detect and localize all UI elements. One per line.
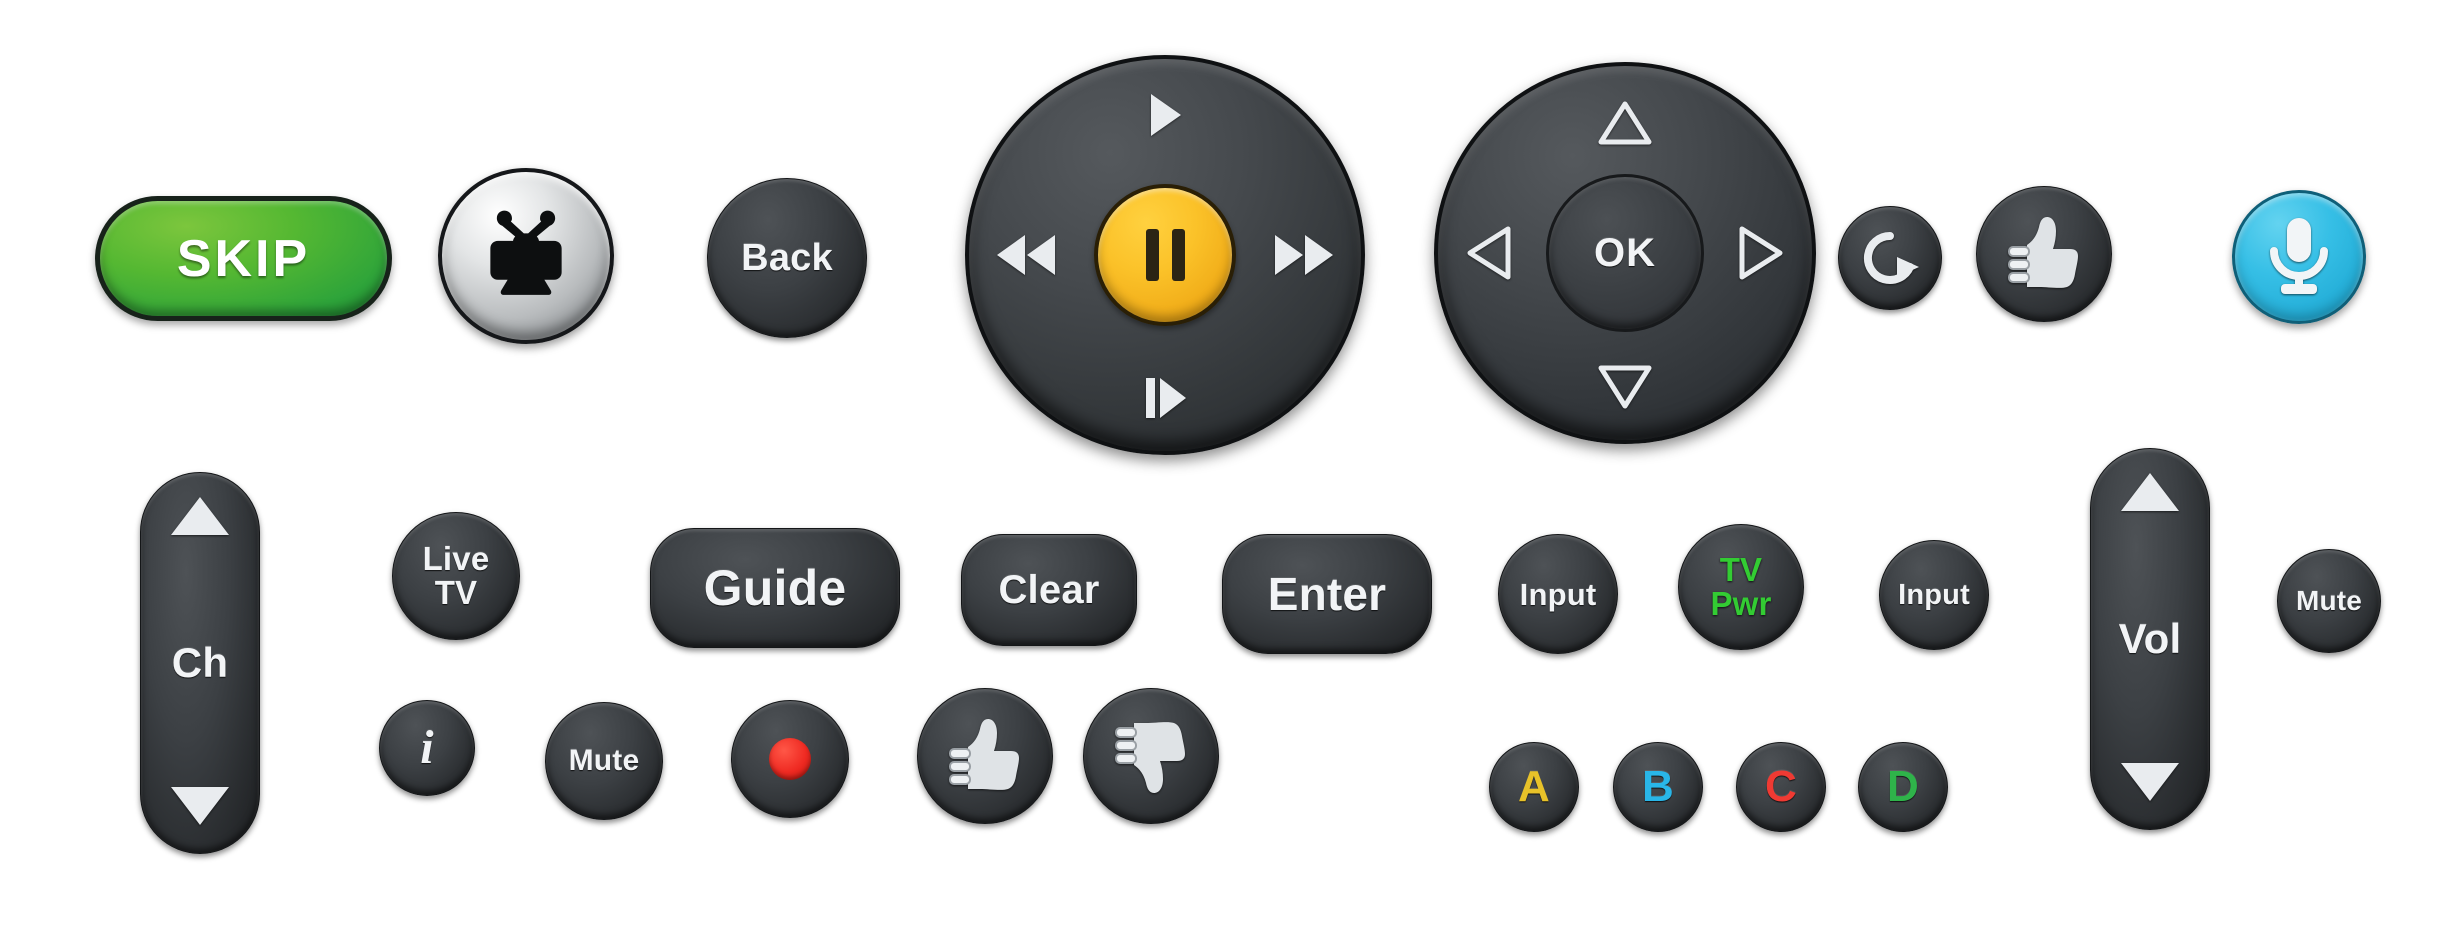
record-icon [769, 738, 811, 780]
color-button-a[interactable]: A [1489, 742, 1579, 832]
tv-power-button[interactable]: TV Pwr [1678, 524, 1804, 650]
microphone-icon [2262, 214, 2336, 300]
channel-label: Ch [171, 639, 229, 686]
guide-label: Guide [703, 560, 847, 616]
color-button-d-label: D [1887, 762, 1919, 811]
color-button-b-label: B [1642, 762, 1674, 811]
arrow-up-icon[interactable] [1597, 100, 1653, 146]
record-button[interactable] [731, 700, 849, 818]
tivo-button[interactable] [438, 168, 614, 344]
clear-label: Clear [998, 568, 1100, 612]
guide-button[interactable]: Guide [650, 528, 900, 648]
color-button-c-label: C [1765, 762, 1797, 811]
arrow-down-icon[interactable] [1597, 364, 1653, 410]
info-label: i [420, 721, 434, 774]
channel-up-icon[interactable] [169, 495, 231, 541]
input-button-1[interactable]: Input [1498, 534, 1618, 654]
play-icon[interactable] [1145, 91, 1185, 139]
thumbs-down-icon [1108, 713, 1194, 799]
volume-label: Vol [2118, 615, 2182, 662]
fast-forward-icon[interactable] [1273, 233, 1335, 277]
slow-motion-icon[interactable] [1142, 375, 1188, 421]
ok-label: OK [1594, 231, 1656, 275]
mute-button-right[interactable]: Mute [2277, 549, 2381, 653]
voice-search-button[interactable] [2232, 190, 2366, 324]
color-button-b[interactable]: B [1613, 742, 1703, 832]
thumbs-up-icon [942, 713, 1028, 799]
channel-down-icon[interactable] [169, 785, 231, 831]
directional-pad: OK [1434, 62, 1816, 444]
pause-button[interactable] [1094, 184, 1236, 326]
clear-button[interactable]: Clear [961, 534, 1137, 646]
channel-rocker[interactable]: Ch [140, 472, 260, 854]
skip-label: SKIP [176, 229, 311, 288]
playback-control-ring [965, 55, 1365, 455]
back-button[interactable]: Back [707, 178, 867, 338]
thumbs-up-button[interactable] [917, 688, 1053, 824]
thumbs-up-button-top[interactable] [1976, 186, 2112, 322]
tv-power-label: TV Pwr [1710, 551, 1772, 622]
skip-button[interactable]: SKIP [95, 196, 392, 321]
volume-up-icon[interactable] [2119, 471, 2181, 517]
back-label: Back [741, 237, 833, 279]
live-tv-button[interactable]: Live TV [392, 512, 520, 640]
rewind-icon[interactable] [995, 233, 1057, 277]
mute-label-right: Mute [2295, 585, 2363, 616]
color-button-a-label: A [1518, 762, 1550, 811]
input-label-2: Input [1898, 578, 1970, 611]
ok-button[interactable]: OK [1546, 174, 1704, 332]
volume-down-icon[interactable] [2119, 761, 2181, 807]
thumbs-up-icon [2001, 211, 2087, 297]
remote-button-board: SKIP Back OK Ch Live TV Guide Clear Ente… [0, 0, 2462, 934]
input-button-2[interactable]: Input [1879, 540, 1989, 650]
arrow-left-icon[interactable] [1466, 225, 1512, 281]
pause-icon [1145, 229, 1185, 281]
color-button-c[interactable]: C [1736, 742, 1826, 832]
replay-icon [1857, 225, 1923, 291]
replay-button[interactable] [1838, 206, 1942, 310]
input-label-1: Input [1519, 576, 1597, 612]
thumbs-down-button[interactable] [1083, 688, 1219, 824]
enter-button[interactable]: Enter [1222, 534, 1432, 654]
mute-button[interactable]: Mute [545, 702, 663, 820]
tivo-logo-icon [472, 202, 580, 310]
arrow-right-icon[interactable] [1738, 225, 1784, 281]
info-button[interactable]: i [379, 700, 475, 796]
enter-label: Enter [1267, 568, 1387, 620]
color-button-d[interactable]: D [1858, 742, 1948, 832]
volume-rocker[interactable]: Vol [2090, 448, 2210, 830]
live-tv-label: Live TV [422, 540, 490, 611]
mute-label: Mute [568, 744, 640, 777]
